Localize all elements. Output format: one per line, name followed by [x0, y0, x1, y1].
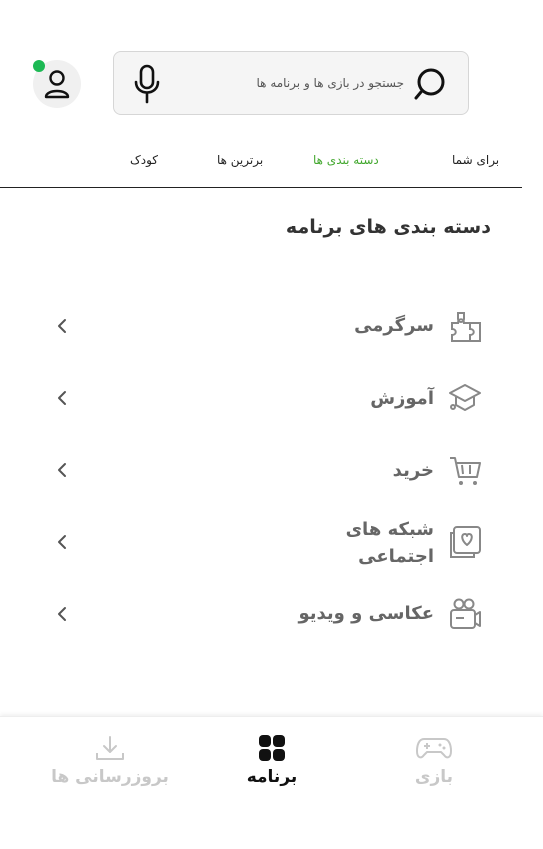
- tab-kids[interactable]: کودک: [130, 153, 158, 167]
- nav-label: بروزرسانی ها: [51, 767, 169, 787]
- category-label: عکاسی و ویدیو: [298, 603, 434, 624]
- profile-avatar[interactable]: [33, 60, 81, 108]
- category-row-photo-video[interactable]: عکاسی و ویدیو: [0, 584, 543, 644]
- category-label: سرگرمی: [354, 315, 434, 336]
- category-label: خرید: [392, 460, 434, 481]
- chevron-left-icon: [58, 319, 66, 333]
- chevron-left-icon: [58, 391, 66, 405]
- nav-label: بازی: [414, 767, 454, 787]
- tab-top[interactable]: برترین ها: [217, 153, 263, 167]
- search-input[interactable]: جستجو در بازی ها و برنامه ها: [257, 52, 404, 114]
- category-row-entertainment[interactable]: سرگرمی: [0, 296, 543, 356]
- chevron-left-icon: [58, 607, 66, 621]
- puzzle-icon: [451, 312, 481, 342]
- nav-label: برنامه: [246, 767, 298, 787]
- tab-categories[interactable]: دسته بندی ها: [313, 153, 379, 167]
- search-bar[interactable]: جستجو در بازی ها و برنامه ها: [113, 51, 469, 115]
- category-row-education[interactable]: آموزش: [0, 368, 543, 428]
- search-icon[interactable]: [414, 66, 450, 102]
- category-label: شبکه های اجتماعی: [345, 519, 434, 567]
- nav-games[interactable]: بازی: [374, 733, 494, 787]
- nav-updates[interactable]: بروزرسانی ها: [50, 733, 170, 787]
- gamepad-icon: [416, 738, 452, 759]
- category-label: آموزش: [370, 388, 434, 409]
- bottom-navigation: بازی برنامه بروزرسانی ها: [0, 716, 543, 849]
- online-status-dot: [33, 60, 45, 72]
- chevron-left-icon: [58, 463, 66, 477]
- tab-for-you[interactable]: برای شما: [452, 153, 499, 167]
- apps-grid-icon: [259, 735, 285, 761]
- user-icon: [44, 70, 70, 99]
- social-profile-icon: [450, 526, 481, 558]
- page-title: دسته بندی های برنامه: [285, 216, 491, 238]
- chevron-left-icon: [58, 535, 66, 549]
- graduation-cap-icon: [449, 384, 481, 411]
- category-tabs: برای شما دسته بندی ها برترین ها کودک: [0, 140, 522, 188]
- nav-apps[interactable]: برنامه: [212, 733, 332, 787]
- shopping-cart-icon: [450, 457, 481, 485]
- category-row-shopping[interactable]: خرید: [0, 440, 543, 500]
- download-icon: [96, 736, 124, 760]
- microphone-icon[interactable]: [132, 64, 162, 104]
- category-row-social[interactable]: شبکه های اجتماعی: [0, 512, 543, 572]
- video-camera-icon: [450, 598, 481, 629]
